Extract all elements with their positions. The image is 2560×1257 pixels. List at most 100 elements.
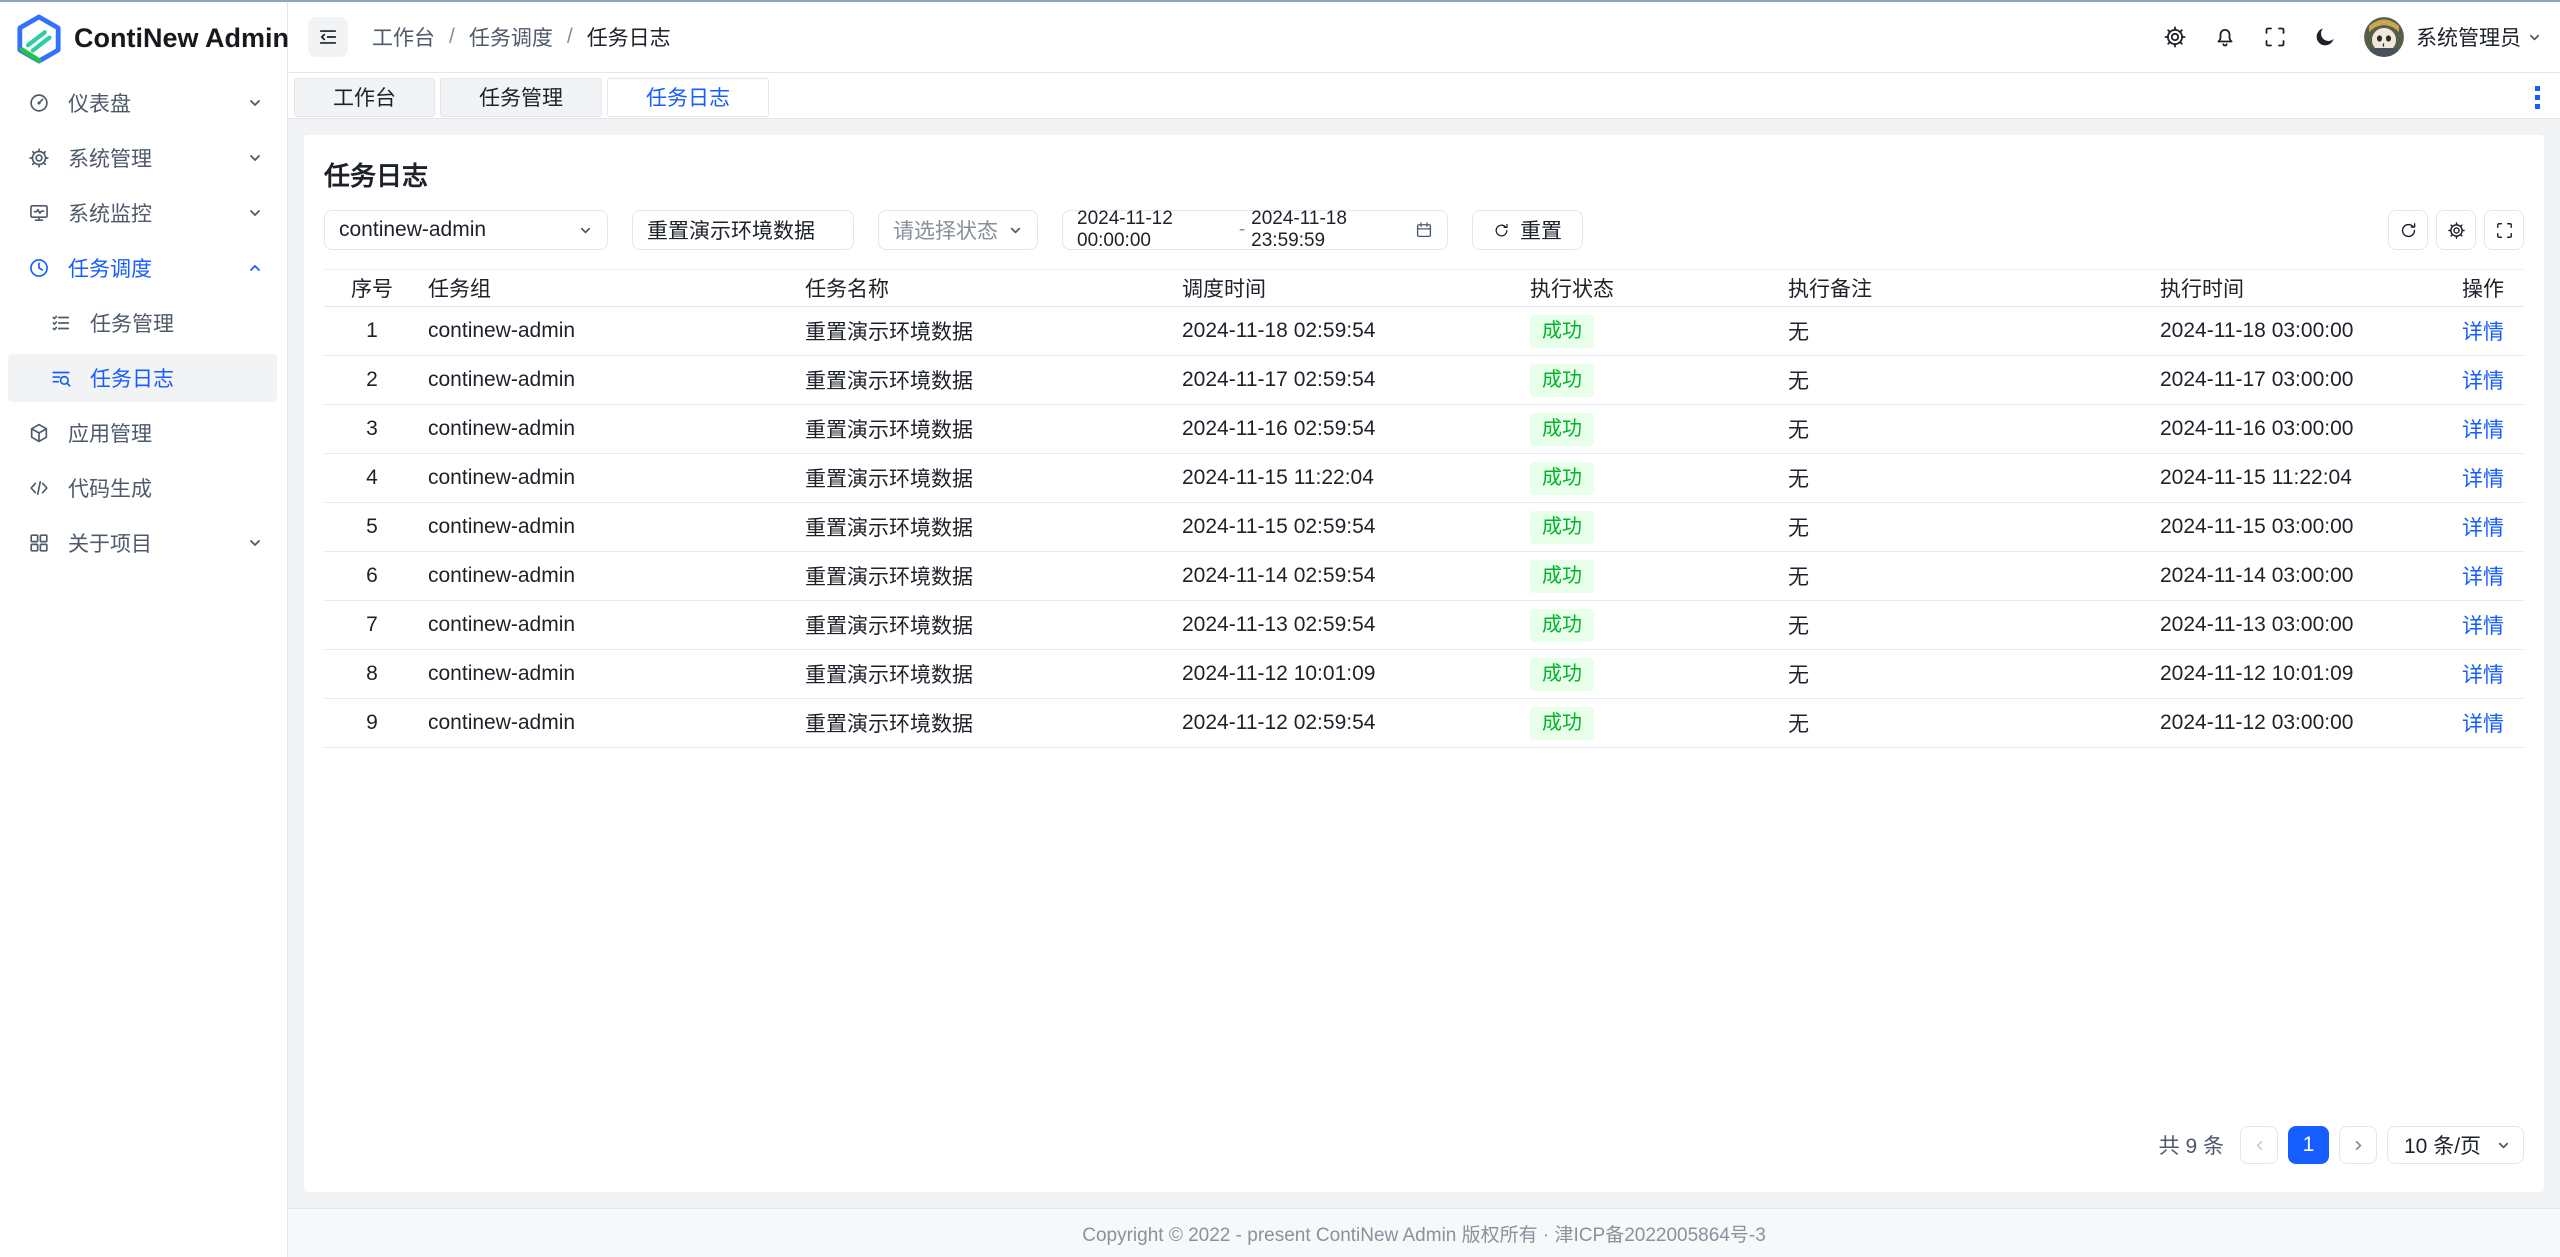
cell-name: 重置演示环境数据: [797, 365, 1174, 395]
sidebar-item-about-project[interactable]: 关于项目: [8, 519, 277, 567]
tab-workbench[interactable]: 工作台: [294, 78, 435, 117]
refresh-table-button[interactable]: [2388, 210, 2428, 250]
status-select[interactable]: 请选择状态: [878, 210, 1038, 250]
cell-actions: 详情: [2434, 316, 2524, 346]
tab-task-log[interactable]: 任务日志: [607, 78, 769, 117]
table-row: 7 continew-admin 重置演示环境数据 2024-11-13 02:…: [324, 601, 2524, 650]
detail-link[interactable]: 详情: [2462, 566, 2504, 589]
table-header-row: 序号 任务组 任务名称 调度时间 执行状态 执行备注 执行时间 操作: [324, 269, 2524, 307]
table-row: 6 continew-admin 重置演示环境数据 2024-11-14 02:…: [324, 552, 2524, 601]
detail-link[interactable]: 详情: [2462, 468, 2504, 491]
logo-title: ContiNew Admin: [74, 23, 289, 54]
cell-exec-time: 2024-11-17 03:00:00: [2152, 368, 2434, 392]
chevron-right-icon: [2351, 1138, 2366, 1153]
pagination-prev-button[interactable]: [2240, 1126, 2278, 1164]
detail-link[interactable]: 详情: [2462, 664, 2504, 687]
cell-remark: 无: [1780, 365, 2152, 395]
sidebar-item-system-monitor[interactable]: 系统监控: [8, 189, 277, 237]
column-header-remark: 执行备注: [1780, 273, 2152, 303]
breadcrumb-item[interactable]: 任务调度: [469, 22, 553, 52]
tab-task-management[interactable]: 任务管理: [440, 78, 602, 117]
pagination-page-1[interactable]: 1: [2288, 1126, 2329, 1164]
tab-more-icon[interactable]: [2529, 82, 2546, 113]
cell-remark: 无: [1780, 610, 2152, 640]
pagination: 共 9 条 1 10 条/页: [324, 1126, 2524, 1164]
column-header-exec-time: 执行时间: [2152, 273, 2434, 303]
reset-button[interactable]: 重置: [1472, 210, 1583, 250]
clock-icon: [28, 257, 50, 279]
cell-group: continew-admin: [420, 662, 797, 686]
cell-schedule-time: 2024-11-13 02:59:54: [1174, 613, 1522, 637]
user-name[interactable]: 系统管理员: [2416, 22, 2521, 52]
detail-link[interactable]: 详情: [2462, 419, 2504, 442]
detail-link[interactable]: 详情: [2462, 517, 2504, 540]
cell-name: 重置演示环境数据: [797, 414, 1174, 444]
detail-link[interactable]: 详情: [2462, 370, 2504, 393]
table-fullscreen-button[interactable]: [2484, 210, 2524, 250]
sidebar-item-label: 系统监控: [68, 198, 247, 228]
cell-exec-time: 2024-11-15 11:22:04: [2152, 466, 2434, 490]
sidebar-item-dashboard[interactable]: 仪表盘: [8, 79, 277, 127]
task-name-input[interactable]: 重置演示环境数据: [632, 210, 854, 250]
notifications-button[interactable]: [2208, 20, 2242, 54]
cell-name: 重置演示环境数据: [797, 708, 1174, 738]
pagination-next-button[interactable]: [2339, 1126, 2377, 1164]
detail-link[interactable]: 详情: [2462, 321, 2504, 344]
column-settings-button[interactable]: [2436, 210, 2476, 250]
cell-actions: 详情: [2434, 561, 2524, 591]
cell-remark: 无: [1780, 561, 2152, 591]
column-header-status: 执行状态: [1522, 273, 1780, 303]
sidebar-item-task-scheduling[interactable]: 任务调度: [8, 244, 277, 292]
cell-group: continew-admin: [420, 417, 797, 441]
cell-schedule-time: 2024-11-14 02:59:54: [1174, 564, 1522, 588]
task-log-table: 序号 任务组 任务名称 调度时间 执行状态 执行备注 执行时间 操作 1 con…: [324, 269, 2524, 748]
fullscreen-button[interactable]: [2258, 20, 2292, 54]
sidebar-item-code-generation[interactable]: 代码生成: [8, 464, 277, 512]
tab-label: 任务管理: [479, 82, 563, 112]
sidebar: ContiNew Admin 仪表盘 系统管理: [0, 2, 288, 1257]
cell-status: 成功: [1522, 658, 1780, 691]
dark-mode-button[interactable]: [2308, 20, 2342, 54]
topbar-actions: 系统管理员: [2142, 17, 2542, 57]
avatar[interactable]: [2364, 17, 2404, 57]
status-badge: 成功: [1530, 707, 1594, 740]
status-select-placeholder: 请选择状态: [893, 215, 998, 245]
cell-group: continew-admin: [420, 515, 797, 539]
sidebar-menu: 仪表盘 系统管理 系统监控: [0, 75, 287, 574]
status-badge: 成功: [1530, 462, 1594, 495]
sidebar-item-task-management[interactable]: 任务管理: [8, 299, 277, 347]
sidebar-item-label: 代码生成: [68, 473, 277, 503]
page-size-select[interactable]: 10 条/页: [2387, 1126, 2524, 1164]
sidebar-collapse-button[interactable]: [308, 17, 348, 57]
status-badge: 成功: [1530, 413, 1594, 446]
logo[interactable]: ContiNew Admin: [0, 2, 287, 75]
cell-group: continew-admin: [420, 368, 797, 392]
status-badge: 成功: [1530, 511, 1594, 544]
chevron-up-icon: [247, 260, 263, 276]
sidebar-item-app-management[interactable]: 应用管理: [8, 409, 277, 457]
settings-button[interactable]: [2158, 20, 2192, 54]
chevron-down-icon: [578, 223, 593, 238]
table-row: 4 continew-admin 重置演示环境数据 2024-11-15 11:…: [324, 454, 2524, 503]
task-name-input-value: 重置演示环境数据: [647, 215, 815, 245]
task-group-select[interactable]: continew-admin: [324, 210, 608, 250]
table-body: 1 continew-admin 重置演示环境数据 2024-11-18 02:…: [324, 307, 2524, 748]
breadcrumb-separator: /: [567, 25, 573, 49]
detail-link[interactable]: 详情: [2462, 615, 2504, 638]
cell-schedule-time: 2024-11-16 02:59:54: [1174, 417, 1522, 441]
sidebar-item-system-management[interactable]: 系统管理: [8, 134, 277, 182]
sidebar-item-task-log[interactable]: 任务日志: [8, 354, 277, 402]
sidebar-item-label: 任务管理: [90, 308, 277, 338]
cell-no: 3: [324, 417, 420, 441]
chevron-down-icon: [1008, 223, 1023, 238]
column-header-group: 任务组: [420, 273, 797, 303]
cell-group: continew-admin: [420, 711, 797, 735]
log-search-icon: [50, 367, 72, 389]
cell-exec-time: 2024-11-14 03:00:00: [2152, 564, 2434, 588]
calendar-icon: [1415, 221, 1433, 239]
breadcrumb-item[interactable]: 工作台: [372, 22, 435, 52]
detail-link[interactable]: 详情: [2462, 713, 2504, 736]
cell-no: 5: [324, 515, 420, 539]
date-range-picker[interactable]: 2024-11-12 00:00:00 - 2024-11-18 23:59:5…: [1062, 210, 1448, 250]
gear-icon: [28, 147, 50, 169]
